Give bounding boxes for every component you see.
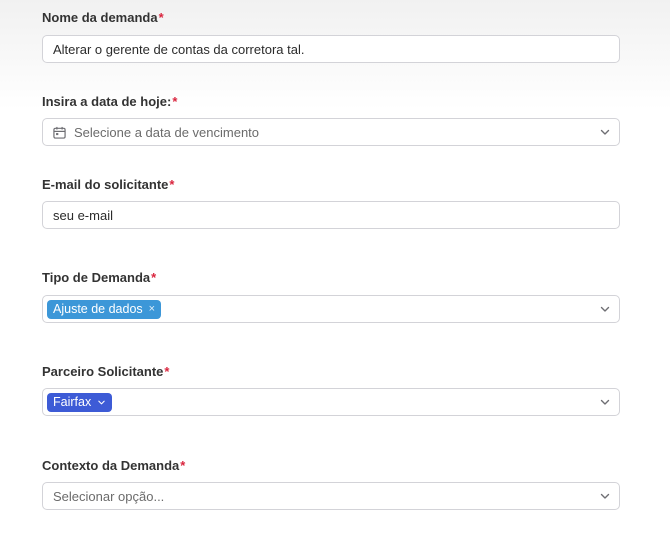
date-placeholder: Selecione a data de vencimento [74,124,260,140]
remove-tag-icon[interactable]: × [149,303,155,315]
chevron-down-icon [98,400,105,404]
tipo-select[interactable]: Ajuste de dados × [42,295,620,323]
data-label-text: Insira a data de hoje: [42,94,172,109]
tag-label: Ajuste de dados [53,302,143,316]
chevron-down-icon[interactable] [599,126,611,138]
tipo-label: Tipo de Demanda* [42,270,156,286]
data-label: Insira a data de hoje:* [42,94,177,110]
email-label: E-mail do solicitante* [42,177,174,193]
nome-value: Alterar o gerente de contas da corretora… [53,41,305,57]
required-mark: * [169,177,175,192]
contexto-select[interactable]: Selecionar opção... [42,482,620,510]
email-field[interactable]: seu e-mail [42,201,620,229]
required-mark: * [151,270,157,285]
required-mark: * [164,364,170,379]
calendar-icon [53,126,66,139]
nome-label-text: Nome da demanda [42,10,158,25]
required-mark: * [158,10,164,25]
date-picker[interactable]: Selecione a data de vencimento [42,118,620,146]
chevron-down-icon[interactable] [599,490,611,502]
parceiro-label: Parceiro Solicitante* [42,364,169,380]
nome-input[interactable]: Alterar o gerente de contas da corretora… [42,35,620,63]
chevron-down-icon[interactable] [599,303,611,315]
tipo-label-text: Tipo de Demanda [42,270,151,285]
contexto-label: Contexto da Demanda* [42,458,185,474]
tag-label: Fairfax [53,395,92,409]
tag-ajuste-de-dados: Ajuste de dados × [47,299,162,319]
parceiro-label-text: Parceiro Solicitante [42,364,164,379]
required-mark: * [172,94,178,109]
contexto-label-text: Contexto da Demanda [42,458,180,473]
parceiro-select[interactable]: Fairfax [42,388,620,416]
contexto-placeholder: Selecionar opção... [53,488,165,504]
email-value: seu e-mail [53,207,113,223]
tag-fairfax[interactable]: Fairfax [47,392,113,412]
required-mark: * [180,458,186,473]
chevron-down-icon[interactable] [599,396,611,408]
demand-form: Nome da demanda* Alterar o gerente de co… [0,0,670,535]
email-label-text: E-mail do solicitante [42,177,169,192]
nome-label: Nome da demanda* [42,10,164,26]
